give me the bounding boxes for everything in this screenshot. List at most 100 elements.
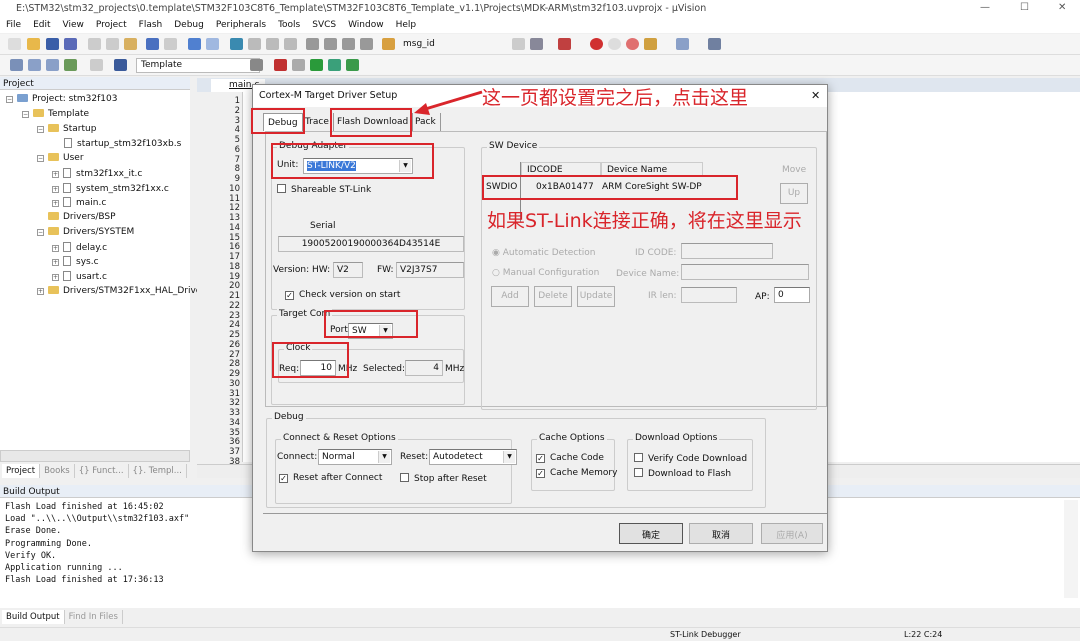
minimize-button[interactable]: — bbox=[980, 2, 990, 13]
tree-group-user[interactable]: − User bbox=[37, 153, 84, 163]
verify-download-checkbox[interactable]: Verify Code Download bbox=[634, 453, 752, 464]
manual-config-radio[interactable]: ○ Manual Configuration bbox=[492, 268, 599, 278]
save-icon[interactable] bbox=[46, 38, 59, 50]
maximize-button[interactable]: ☐ bbox=[1020, 2, 1029, 13]
file-extensions-icon[interactable] bbox=[292, 59, 305, 71]
tree-file[interactable]: + sys.c bbox=[52, 256, 99, 267]
download-to-flash-checkbox[interactable]: Download to Flash bbox=[634, 468, 731, 479]
tree-group-system[interactable]: − Drivers/SYSTEM bbox=[37, 227, 134, 237]
menu-tools[interactable]: Tools bbox=[272, 17, 306, 33]
apply-button[interactable]: 应用(A) bbox=[761, 523, 823, 544]
close-window-button[interactable]: ✕ bbox=[1058, 2, 1066, 13]
translate-icon[interactable] bbox=[10, 59, 23, 71]
bookmark-next-icon[interactable] bbox=[266, 38, 279, 50]
id-code-field[interactable] bbox=[681, 243, 773, 259]
cache-memory-checkbox[interactable]: ✓ Cache Memory bbox=[536, 468, 617, 478]
target-options-icon[interactable] bbox=[250, 59, 263, 71]
up-button[interactable]: Up bbox=[780, 183, 808, 204]
menu-view[interactable]: View bbox=[57, 17, 90, 33]
menu-debug[interactable]: Debug bbox=[168, 17, 210, 33]
bookmark-prev-icon[interactable] bbox=[248, 38, 261, 50]
window-layout-icon[interactable] bbox=[676, 38, 689, 50]
device-name-field[interactable] bbox=[681, 264, 809, 280]
tab-project[interactable]: Project bbox=[2, 464, 41, 478]
breakpoint-icon[interactable] bbox=[590, 38, 603, 50]
kill-breakpoints-icon[interactable] bbox=[626, 38, 639, 50]
uncomment-icon[interactable] bbox=[360, 38, 373, 50]
tab-build-output[interactable]: Build Output bbox=[2, 610, 65, 624]
target-select[interactable]: Template bbox=[136, 58, 260, 73]
menu-svcs[interactable]: SVCS bbox=[306, 17, 342, 33]
pack-installer-icon[interactable] bbox=[328, 59, 341, 71]
ir-len-field[interactable] bbox=[681, 287, 737, 303]
build-vscrollbar[interactable] bbox=[1064, 500, 1078, 598]
project-hscrollbar[interactable] bbox=[0, 450, 190, 462]
menu-peripherals[interactable]: Peripherals bbox=[210, 17, 272, 33]
tab-templates[interactable]: {}. Templ... bbox=[129, 464, 187, 478]
tree-file[interactable]: + system_stm32f1xx.c bbox=[52, 183, 169, 194]
auto-detection-radio[interactable]: ◉ Automatic Detection bbox=[492, 248, 595, 258]
new-file-icon[interactable] bbox=[8, 38, 21, 50]
tree-file[interactable]: startup_stm32f103xb.s bbox=[64, 138, 181, 149]
menu-edit[interactable]: Edit bbox=[27, 17, 56, 33]
save-all-icon[interactable] bbox=[64, 38, 77, 50]
cut-icon[interactable] bbox=[88, 38, 101, 50]
delete-button[interactable]: Delete bbox=[534, 286, 572, 307]
configure-icon[interactable] bbox=[708, 38, 721, 50]
bookmark-clear-icon[interactable] bbox=[284, 38, 297, 50]
reset-select[interactable]: Autodetect ▼ bbox=[429, 449, 517, 465]
shareable-checkbox[interactable]: Shareable ST-Link bbox=[277, 184, 371, 195]
disable-breakpoint-icon[interactable] bbox=[608, 38, 621, 50]
tab-functions[interactable]: {} Funct... bbox=[75, 464, 129, 478]
tab-books[interactable]: Books bbox=[40, 464, 75, 478]
unindent-icon[interactable] bbox=[324, 38, 337, 50]
undo-icon[interactable] bbox=[146, 38, 159, 50]
tree-file[interactable]: + main.c bbox=[52, 197, 106, 208]
menu-file[interactable]: File bbox=[0, 17, 27, 33]
rebuild-icon[interactable] bbox=[46, 59, 59, 71]
stop-build-icon[interactable] bbox=[90, 59, 103, 71]
tree-root[interactable]: − Project: stm32f103 bbox=[6, 94, 117, 104]
open-file-icon[interactable] bbox=[27, 38, 40, 50]
reset-after-connect-checkbox[interactable]: ✓ Reset after Connect bbox=[279, 473, 382, 483]
menu-project[interactable]: Project bbox=[90, 17, 133, 33]
build-icon[interactable] bbox=[28, 59, 41, 71]
indent-icon[interactable] bbox=[306, 38, 319, 50]
cancel-button[interactable]: 取消 bbox=[689, 523, 753, 544]
debug-windows-icon[interactable] bbox=[644, 38, 657, 50]
ap-field[interactable]: 0 bbox=[774, 287, 810, 303]
manage-components-icon[interactable] bbox=[274, 59, 287, 71]
tree-group-startup[interactable]: − Startup bbox=[37, 124, 96, 134]
tree-file[interactable]: + delay.c bbox=[52, 242, 107, 253]
tree-file[interactable]: + stm32f1xx_it.c bbox=[52, 168, 142, 179]
bookmark-icon[interactable] bbox=[230, 38, 243, 50]
check-version-checkbox[interactable]: ✓ Check version on start bbox=[285, 290, 400, 300]
find-in-files-icon[interactable] bbox=[382, 38, 395, 50]
batch-build-icon[interactable] bbox=[64, 59, 77, 71]
tree-file[interactable]: + usart.c bbox=[52, 271, 107, 282]
ok-button[interactable]: 确定 bbox=[619, 523, 683, 544]
back-icon[interactable] bbox=[188, 38, 201, 50]
copy-icon[interactable] bbox=[106, 38, 119, 50]
find-combo[interactable]: msg_id bbox=[398, 37, 510, 52]
menu-window[interactable]: Window bbox=[342, 17, 390, 33]
zoom-icon[interactable] bbox=[558, 38, 571, 50]
dropdown-icon[interactable] bbox=[512, 38, 525, 50]
comment-icon[interactable] bbox=[342, 38, 355, 50]
tree-group-bsp[interactable]: Drivers/BSP bbox=[48, 212, 116, 222]
stop-after-reset-checkbox[interactable]: Stop after Reset bbox=[400, 473, 487, 484]
menu-flash[interactable]: Flash bbox=[133, 17, 169, 33]
cache-code-checkbox[interactable]: ✓ Cache Code bbox=[536, 453, 604, 463]
rte-icon[interactable] bbox=[310, 59, 323, 71]
tab-find-in-files[interactable]: Find In Files bbox=[65, 610, 123, 624]
update-button[interactable]: Update bbox=[577, 286, 615, 307]
redo-icon[interactable] bbox=[164, 38, 177, 50]
tab-trace[interactable]: Trace bbox=[301, 113, 334, 131]
forward-icon[interactable] bbox=[206, 38, 219, 50]
connect-select[interactable]: Normal ▼ bbox=[318, 449, 392, 465]
tree-target[interactable]: − Template bbox=[22, 109, 89, 119]
paste-icon[interactable] bbox=[124, 38, 137, 50]
tree-group-hal[interactable]: + Drivers/STM32F1xx_HAL_Driver bbox=[37, 286, 205, 296]
download-icon[interactable] bbox=[114, 59, 127, 71]
find-icon[interactable] bbox=[530, 38, 543, 50]
